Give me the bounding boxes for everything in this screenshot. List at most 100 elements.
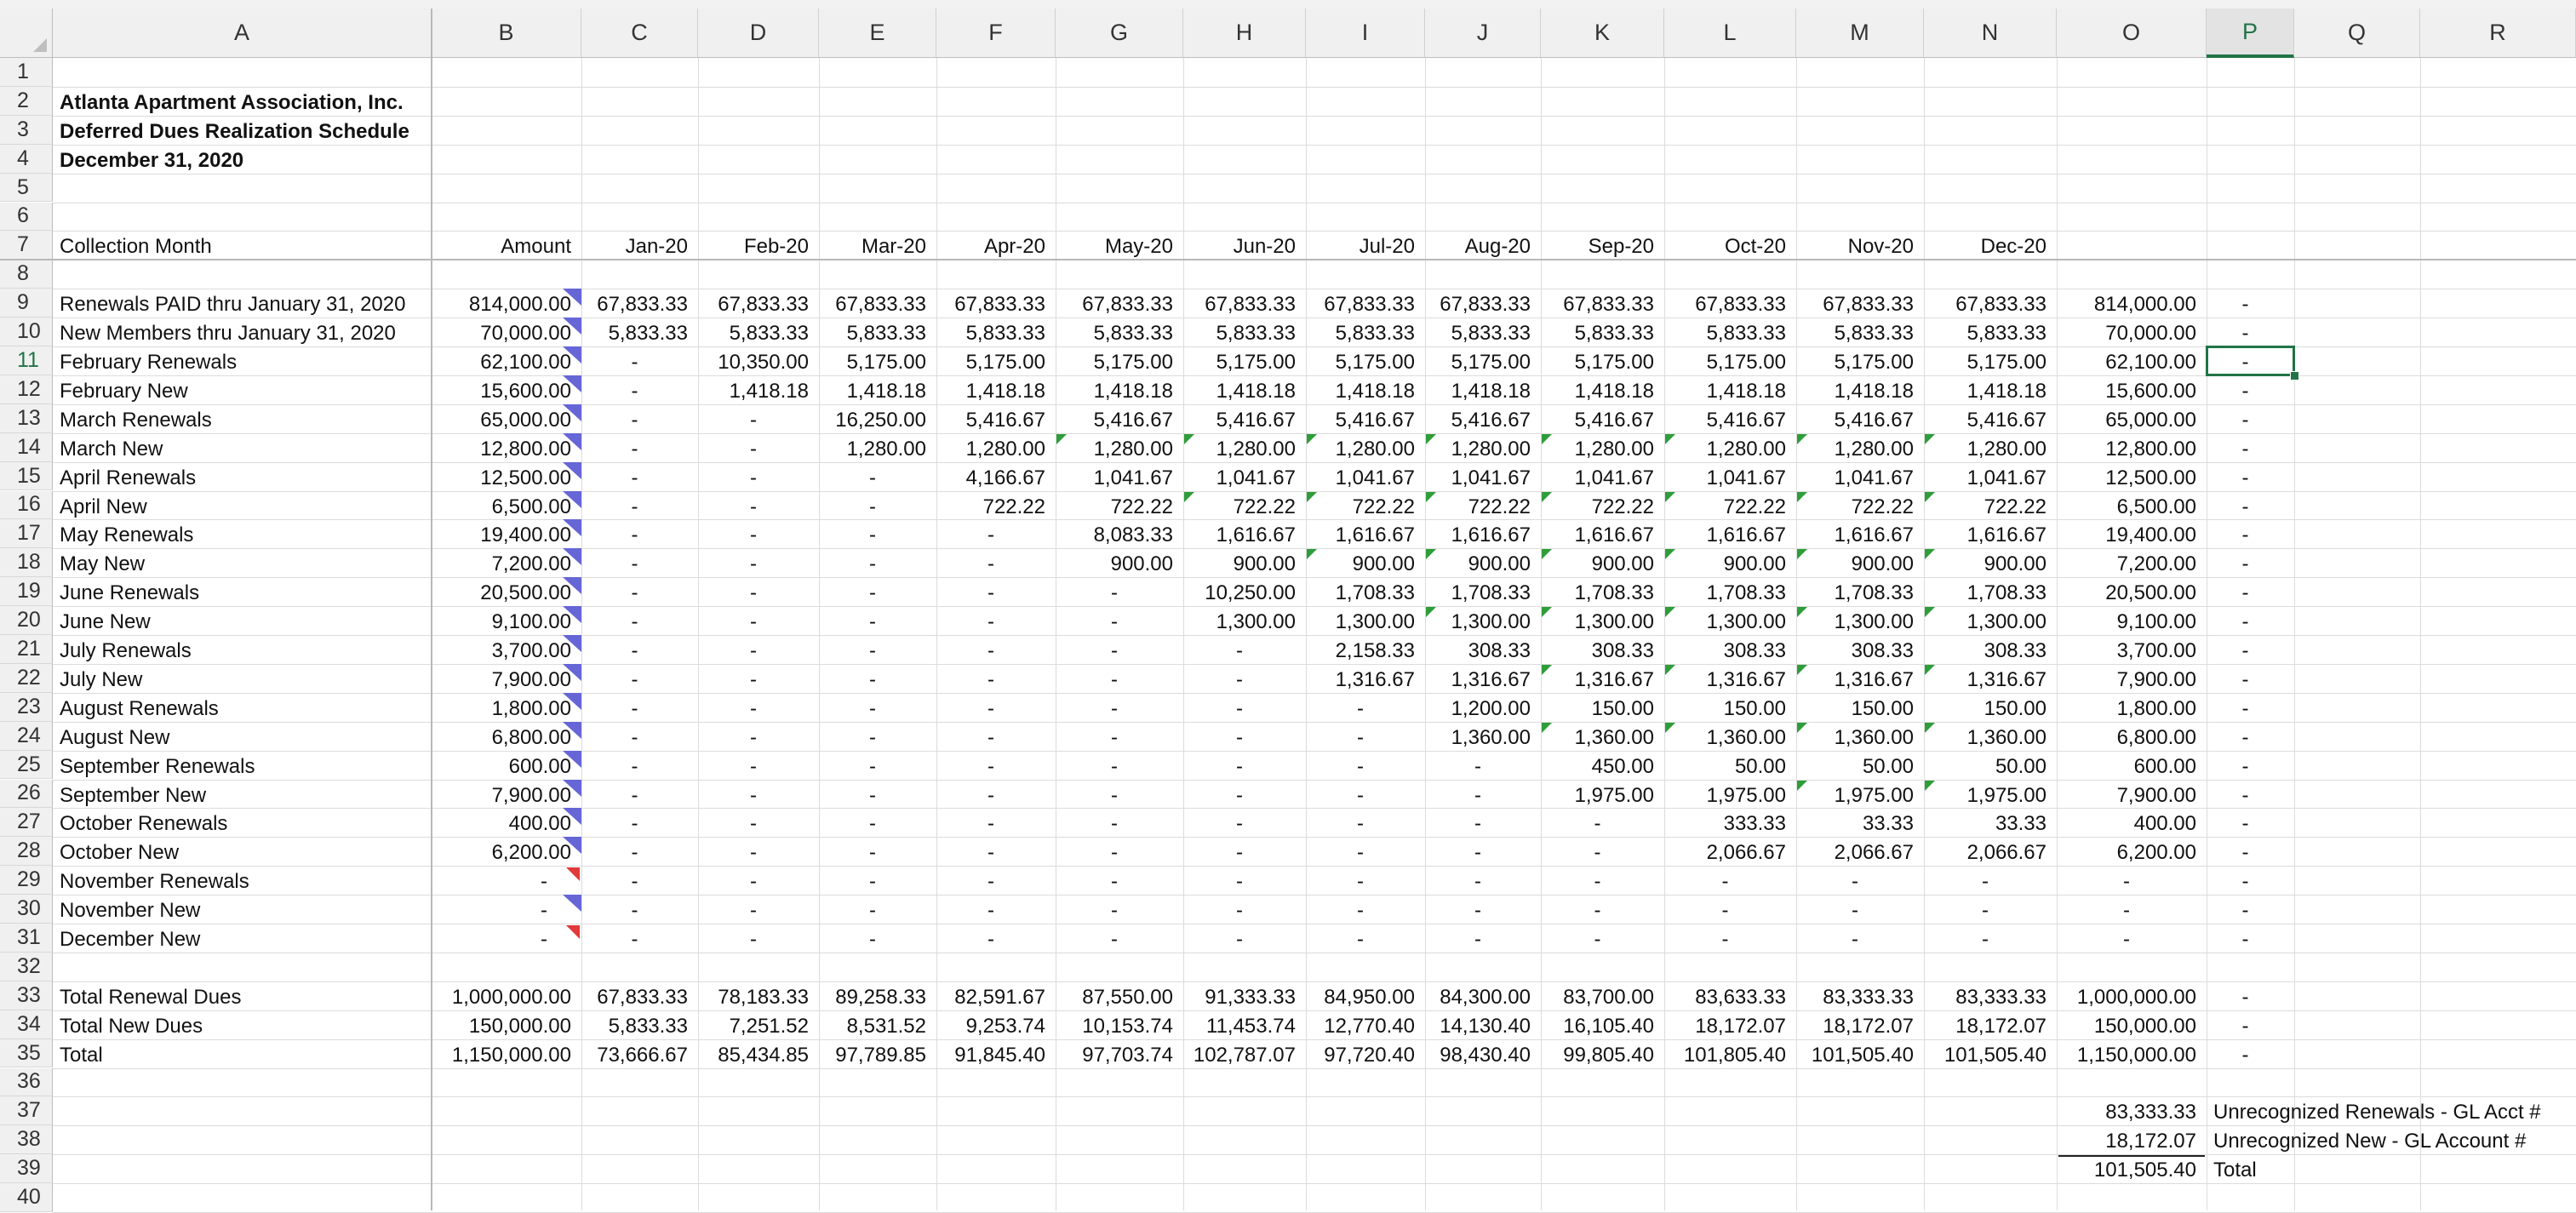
month-value-cell[interactable]: - — [936, 727, 1045, 748]
row-label[interactable]: Total New Dues — [60, 1016, 203, 1037]
select-all-corner[interactable] — [0, 9, 53, 58]
month-value-cell[interactable]: 1,316.67 — [1541, 669, 1654, 690]
month-value-cell[interactable]: - — [581, 525, 688, 546]
month-value-cell[interactable]: - — [698, 612, 809, 632]
month-value-cell[interactable]: - — [698, 409, 809, 431]
month-value-cell[interactable]: 1,280.00 — [1306, 438, 1415, 460]
row-header[interactable]: 36 — [0, 1067, 53, 1097]
month-value-cell[interactable]: 1,360.00 — [1924, 727, 2046, 748]
row-header[interactable]: 13 — [0, 403, 53, 433]
row-header[interactable]: 3 — [0, 115, 53, 145]
month-value-cell[interactable]: 1,300.00 — [1796, 612, 1914, 632]
row-label[interactable]: September Renewals — [60, 756, 255, 777]
month-value-cell[interactable]: 50.00 — [1924, 756, 2046, 777]
month-value-cell[interactable]: 14,130.40 — [1425, 1016, 1531, 1037]
amount-cell[interactable]: 9,100.00 — [432, 612, 571, 632]
month-value-cell[interactable]: - — [581, 612, 688, 632]
row-label[interactable]: November Renewals — [60, 872, 249, 892]
month-value-cell[interactable]: 1,975.00 — [1796, 785, 1914, 806]
month-value-cell[interactable]: - — [936, 872, 1045, 892]
month-value-cell[interactable]: - — [1425, 785, 1531, 806]
month-value-cell[interactable]: 5,175.00 — [1541, 352, 1654, 373]
month-value-cell[interactable]: - — [936, 756, 1045, 777]
month-value-cell[interactable]: 308.33 — [1541, 641, 1654, 661]
month-value-cell[interactable]: 1,280.00 — [1425, 438, 1531, 460]
row-header[interactable]: 32 — [0, 952, 53, 981]
month-value-cell[interactable]: 333.33 — [1664, 814, 1786, 834]
month-value-cell[interactable]: 16,250.00 — [819, 409, 926, 431]
month-value-cell[interactable]: - — [1425, 756, 1531, 777]
month-value-cell[interactable]: - — [1056, 843, 1173, 863]
column-header-n[interactable]: N — [1924, 9, 2057, 58]
month-value-cell[interactable]: - — [1306, 756, 1415, 777]
month-value-cell[interactable]: 1,316.67 — [1664, 669, 1786, 690]
month-value-cell[interactable]: - — [1183, 843, 1296, 863]
month-value-cell[interactable]: - — [819, 554, 926, 575]
month-value-cell[interactable]: 101,505.40 — [1796, 1044, 1914, 1066]
month-value-cell[interactable]: 150.00 — [1664, 698, 1786, 719]
month-value-cell[interactable]: 308.33 — [1664, 641, 1786, 661]
month-value-cell[interactable]: - — [1183, 930, 1296, 950]
month-value-cell[interactable]: 1,975.00 — [1541, 785, 1654, 806]
month-header[interactable]: Jun-20 — [1183, 237, 1296, 257]
month-value-cell[interactable]: 722.22 — [1056, 496, 1173, 518]
month-value-cell[interactable]: - — [1056, 698, 1173, 719]
month-value-cell[interactable]: 83,700.00 — [1541, 987, 1654, 1008]
month-value-cell[interactable]: 5,833.33 — [581, 323, 688, 344]
month-value-cell[interactable]: 98,430.40 — [1425, 1044, 1531, 1066]
month-value-cell[interactable]: 2,066.67 — [1924, 843, 2046, 863]
month-value-cell[interactable]: 1,200.00 — [1425, 698, 1531, 719]
month-value-cell[interactable]: 67,833.33 — [1541, 295, 1654, 315]
month-value-cell[interactable]: - — [1425, 930, 1531, 950]
month-value-cell[interactable]: 5,416.67 — [1541, 409, 1654, 431]
month-value-cell[interactable]: - — [819, 467, 926, 489]
month-value-cell[interactable]: - — [698, 698, 809, 719]
month-value-cell[interactable]: - — [581, 727, 688, 748]
month-value-cell[interactable]: - — [1306, 930, 1415, 950]
column-header-b[interactable]: B — [432, 9, 581, 58]
check-cell[interactable]: - — [2207, 930, 2284, 950]
row-header[interactable]: 10 — [0, 318, 53, 346]
amount-cell[interactable]: 65,000.00 — [432, 409, 571, 431]
row-label[interactable]: October New — [60, 843, 179, 863]
amount-cell[interactable]: 1,000,000.00 — [432, 987, 571, 1008]
check-cell[interactable]: - — [2207, 785, 2284, 806]
month-value-cell[interactable]: 1,616.67 — [1183, 525, 1296, 546]
amount-cell[interactable]: 12,500.00 — [432, 467, 571, 489]
month-value-cell[interactable]: - — [581, 554, 688, 575]
check-cell[interactable]: - — [2207, 814, 2284, 834]
row-total-cell[interactable]: 70,000.00 — [2057, 323, 2196, 344]
month-value-cell[interactable]: - — [1183, 669, 1296, 690]
month-value-cell[interactable]: 2,066.67 — [1796, 843, 1914, 863]
month-value-cell[interactable]: 722.22 — [1664, 496, 1786, 518]
column-header-p[interactable]: P — [2207, 9, 2294, 58]
check-cell[interactable]: - — [2207, 380, 2284, 402]
month-value-cell[interactable]: - — [936, 901, 1045, 921]
month-value-cell[interactable]: 5,833.33 — [1183, 323, 1296, 344]
month-value-cell[interactable]: 5,175.00 — [819, 352, 926, 373]
row-total-cell[interactable]: 814,000.00 — [2057, 295, 2196, 315]
row-header[interactable]: 15 — [0, 461, 53, 491]
month-value-cell[interactable]: 1,418.18 — [1541, 380, 1654, 402]
row-total-cell[interactable]: - — [2057, 930, 2196, 950]
check-cell[interactable]: - — [2207, 641, 2284, 661]
month-value-cell[interactable]: 5,416.67 — [1664, 409, 1786, 431]
fill-handle[interactable] — [2290, 370, 2299, 380]
summary-value[interactable]: 83,333.33 — [2057, 1102, 2196, 1123]
month-value-cell[interactable]: 5,416.67 — [936, 409, 1045, 431]
amount-cell[interactable]: 19,400.00 — [432, 525, 571, 546]
row-label[interactable]: July New — [60, 669, 142, 690]
summary-label[interactable]: Unrecognized New - GL Account # — [2213, 1131, 2554, 1152]
month-value-cell[interactable]: 5,416.67 — [1306, 409, 1415, 431]
row-label[interactable]: May New — [60, 554, 145, 575]
month-header[interactable]: Apr-20 — [936, 237, 1045, 257]
month-value-cell[interactable]: 1,708.33 — [1796, 583, 1914, 604]
month-value-cell[interactable]: - — [819, 641, 926, 661]
month-value-cell[interactable]: 1,418.18 — [1425, 380, 1531, 402]
month-value-cell[interactable]: 5,833.33 — [1796, 323, 1914, 344]
row-header[interactable]: 9 — [0, 289, 53, 318]
row-label[interactable]: Renewals PAID thru January 31, 2020 — [60, 295, 405, 315]
column-header-d[interactable]: D — [698, 9, 819, 58]
month-value-cell[interactable]: 85,434.85 — [698, 1044, 809, 1066]
month-value-cell[interactable]: 722.22 — [1796, 496, 1914, 518]
